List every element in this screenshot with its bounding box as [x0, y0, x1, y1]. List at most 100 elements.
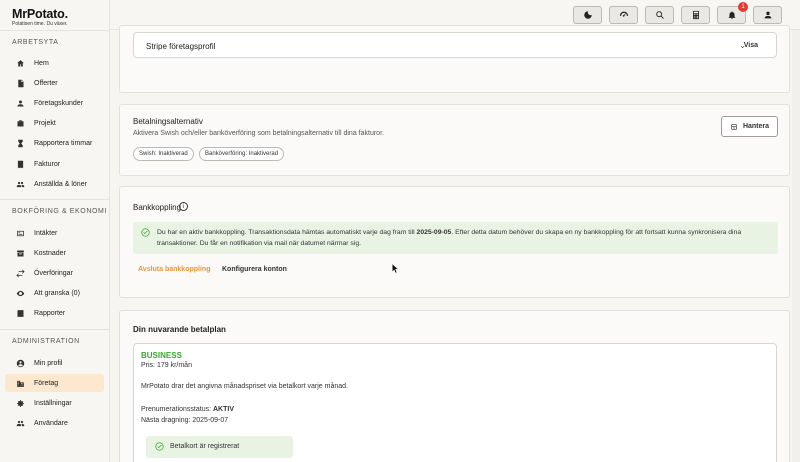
end-bank-connection-link[interactable]: Avsluta bankkoppling — [138, 266, 210, 273]
sidebar-item-label: Intäkter — [34, 229, 58, 237]
sidebar-item-projekt[interactable]: Projekt — [5, 115, 104, 133]
plan-section-title: Din nuvarande betalplan — [133, 325, 226, 334]
users-icon — [15, 419, 25, 429]
search-icon — [655, 11, 664, 19]
logo[interactable]: MrPotato. Potatisen time. Du växer. — [12, 7, 68, 27]
plan-next-charge: Nästa dragning: 2025-09-07 — [141, 417, 229, 424]
sidebar-item-label: Kostnader — [34, 249, 66, 257]
bank-alert-date: 2025-09-05 — [416, 229, 452, 236]
sidebar-item-label: Rapportera timmar — [34, 140, 93, 148]
stripe-toggle-label[interactable]: Visa — [744, 42, 758, 49]
payment-description: Aktivera Swish och/eller banköverföring … — [133, 130, 384, 137]
plan-card: Din nuvarande betalplan BUSINESS Pris: 1… — [119, 310, 790, 462]
sidebar-item-label: Min profil — [34, 359, 63, 367]
manage-label: Hantera — [742, 123, 770, 130]
sidebar: MrPotato. Potatisen time. Du växer. ARBE… — [0, 0, 110, 462]
account-icon — [764, 11, 771, 19]
notifications-button[interactable]: 1 — [717, 2, 748, 24]
calculator-icon — [692, 10, 699, 20]
sidebar-section-title: ARBETSYTA — [12, 39, 59, 46]
sidebar-item-fakturor[interactable]: Fakturor — [5, 155, 104, 173]
scrollbar[interactable] — [792, 30, 800, 462]
sidebar-item-label: Hem — [34, 59, 49, 67]
cost-icon — [15, 248, 25, 258]
people-icon — [15, 179, 25, 189]
sidebar-section-title: BOKFÖRING & EKONOMI — [12, 208, 108, 215]
plan-box: BUSINESS Pris: 179 kr/mån MrPotato drar … — [133, 343, 777, 462]
payment-options-card: Betalningsalternativ Aktivera Swish och/… — [119, 104, 790, 176]
sidebar-item-label: Att granska (0) — [34, 290, 80, 298]
bank-alert-line1: Du har en aktiv bankkoppling. Transaktio… — [157, 227, 741, 238]
plan-status-value: AKTIV — [213, 406, 234, 413]
bank-alert-pre: Du har en aktiv bankkoppling. Transaktio… — [157, 229, 417, 236]
gear-icon — [15, 398, 25, 408]
sidebar-item-label: Rapporter — [34, 310, 66, 318]
search-button[interactable] — [645, 6, 674, 24]
sidebar-item-offerter[interactable]: Offerter — [5, 74, 104, 92]
moon-icon — [583, 11, 592, 19]
bank-transfer-status-chip: Banköverföring: Inaktiverad — [199, 147, 285, 161]
sidebar-item-intäkter[interactable]: Intäkter — [5, 224, 104, 242]
stripe-profile-row[interactable]: Stripe företagsprofil ⌄ Visa — [133, 32, 777, 58]
sidebar-item-label: Projekt — [34, 120, 56, 128]
logo-tagline: Potatisen time. Du växer. — [12, 21, 68, 27]
sidebar-item-min-profil[interactable]: Min profil — [5, 354, 104, 372]
payment-title: Betalningsalternativ — [133, 117, 203, 126]
invoice-icon — [15, 159, 25, 169]
configure-accounts-link[interactable]: Konfigurera konton — [222, 266, 287, 273]
sidebar-item-överföringar[interactable]: Överföringar — [5, 264, 104, 282]
calculator-icon — [731, 123, 737, 130]
check-circle-icon — [141, 228, 150, 237]
report-icon — [15, 309, 25, 319]
sidebar-item-företagskunder[interactable]: Företagskunder — [5, 94, 104, 112]
sidebar-item-kostnader[interactable]: Kostnader — [5, 244, 104, 262]
sidebar-item-label: Fakturor — [34, 160, 61, 168]
dashboard-button[interactable] — [609, 6, 638, 24]
bank-title: Bankkoppling — [133, 203, 182, 212]
plan-status: Prenumerationsstatus: AKTIV — [141, 406, 234, 413]
briefcase-icon — [15, 119, 25, 129]
person-icon — [15, 98, 25, 108]
sidebar-item-användare[interactable]: Användare — [5, 415, 104, 433]
bank-alert-post: . Efter detta datum behöver du skapa en … — [451, 229, 742, 236]
bank-alert-line2: transaktioner. Du får en notifikation vi… — [157, 240, 362, 247]
info-icon[interactable]: i — [179, 202, 188, 211]
income-icon — [15, 228, 25, 238]
manage-payment-button[interactable]: Hantera — [721, 116, 778, 137]
sidebar-item-inställningar[interactable]: Inställningar — [5, 394, 104, 412]
account-button[interactable] — [753, 6, 782, 24]
sidebar-item-företag[interactable]: Företag — [5, 374, 104, 393]
hourglass-icon — [15, 139, 25, 149]
sidebar-item-hem[interactable]: Hem — [5, 54, 104, 72]
plan-status-label: Prenumerationsstatus: — [141, 406, 212, 413]
swish-status-chip: Swish: Inaktiverad — [133, 147, 194, 161]
theme-toggle-button[interactable] — [573, 6, 602, 24]
transfer-icon — [15, 268, 25, 278]
sidebar-item-label: Användare — [34, 420, 68, 428]
sidebar-item-label: Anställda & löner — [34, 180, 87, 188]
bank-connection-card: Bankkoppling i Du har en aktiv bankkoppl… — [119, 186, 790, 298]
sidebar-divider — [0, 329, 110, 330]
sidebar-item-att-granska-0[interactable]: Att granska (0) — [5, 285, 104, 303]
calculator-button[interactable] — [681, 6, 710, 24]
sidebar-item-rapporter[interactable]: Rapporter — [5, 305, 104, 323]
sidebar-item-label: Företag — [34, 379, 59, 387]
sidebar-item-label: Inställningar — [34, 399, 72, 407]
sidebar-section-title: ADMINISTRATION — [12, 338, 80, 345]
plan-price: Pris: 179 kr/mån — [141, 362, 192, 369]
sidebar-divider — [0, 30, 110, 31]
sidebar-item-label: Offerter — [34, 79, 58, 87]
mouse-cursor-icon — [392, 264, 399, 273]
card-registered-text: Betalkort är registrerat — [170, 443, 240, 450]
logo-name: MrPotato. — [12, 7, 68, 21]
card-registered-alert: Betalkort är registrerat — [146, 436, 293, 458]
plan-name: BUSINESS — [141, 351, 182, 360]
sidebar-item-anställda-löner[interactable]: Anställda & löner — [5, 175, 104, 193]
company-icon — [15, 378, 25, 388]
profile-icon — [15, 358, 25, 368]
bell-icon — [728, 11, 735, 20]
check-circle-icon — [155, 442, 164, 451]
sidebar-divider — [0, 199, 110, 200]
bank-alert: Du har en aktiv bankkoppling. Transaktio… — [133, 222, 778, 254]
sidebar-item-rapportera-timmar[interactable]: Rapportera timmar — [5, 135, 104, 153]
